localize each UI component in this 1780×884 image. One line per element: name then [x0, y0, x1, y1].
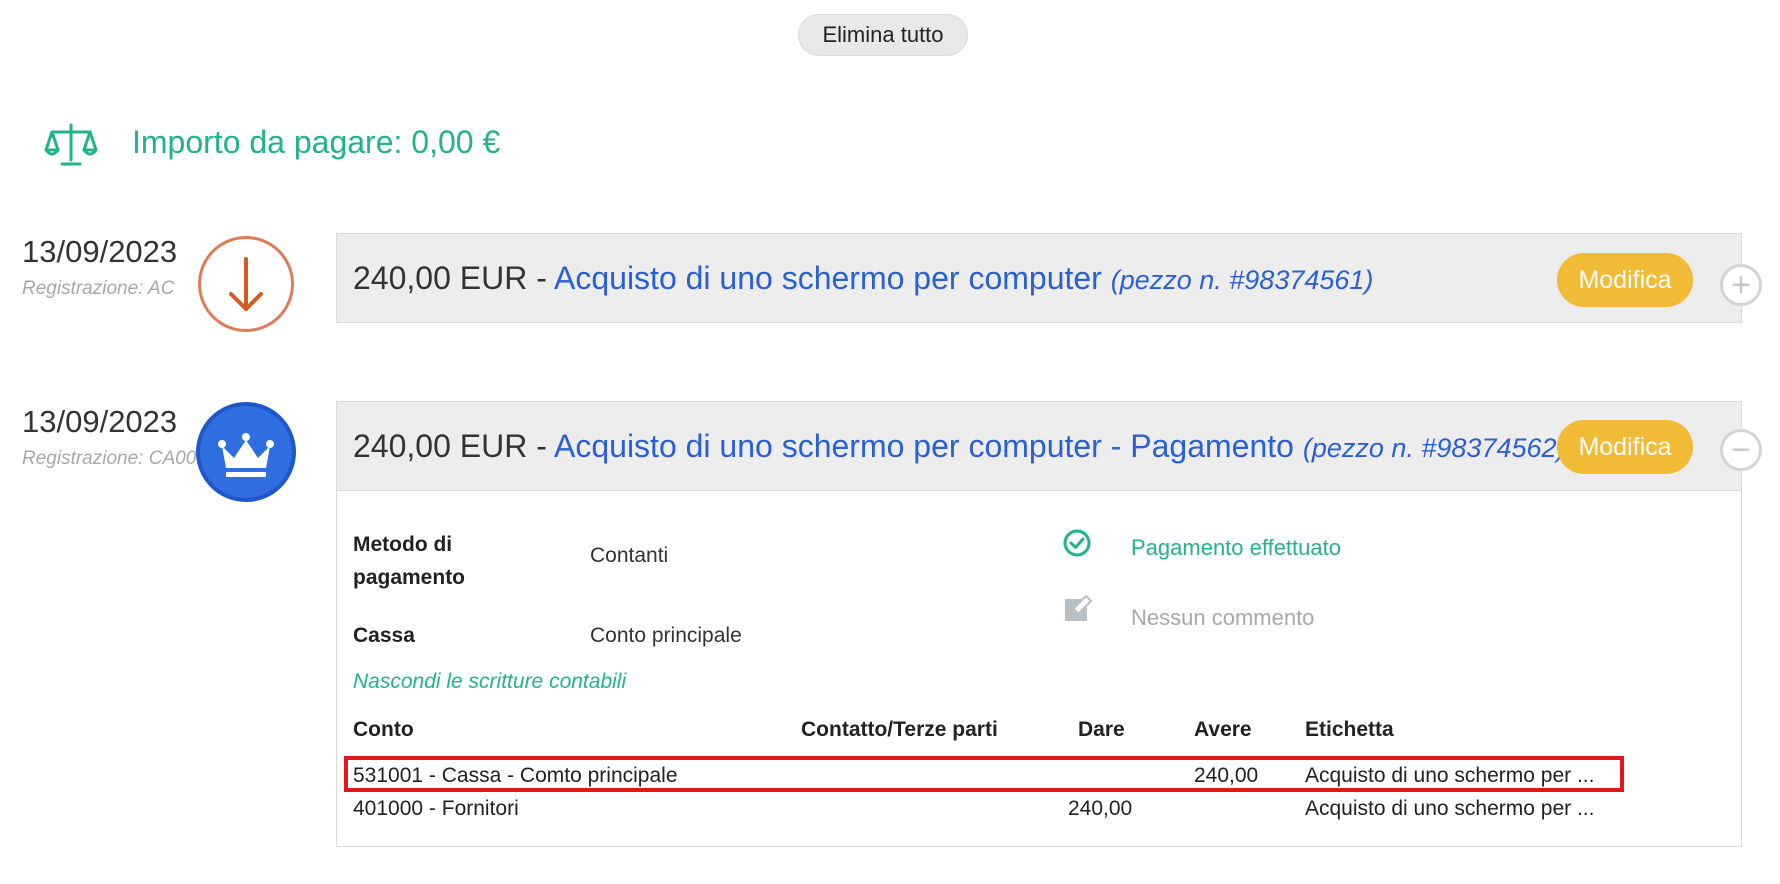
table-cell-credit: 240,00: [1194, 764, 1259, 787]
entry-description[interactable]: Acquisto di uno schermo per computer - P…: [554, 428, 1294, 464]
entry-amount: 240,00 EUR -: [353, 260, 547, 296]
entry-amount: 240,00 EUR -: [353, 428, 547, 464]
table-cell-debit: 240,00: [1068, 797, 1133, 820]
balance-scale-icon: [44, 123, 98, 166]
entry-type-badge: [198, 236, 294, 332]
entry-details: [336, 491, 1742, 847]
entry-registration: Registrazione: AC: [22, 278, 175, 299]
modify-button[interactable]: Modifica: [1557, 420, 1693, 474]
arrow-down-icon: [229, 257, 263, 311]
entry-header[interactable]: 240,00 EUR - Acquisto di uno schermo per…: [336, 401, 1742, 491]
table-header-account: Conto: [353, 718, 414, 741]
entry-type-badge: [196, 402, 296, 502]
modify-button[interactable]: Modifica: [1557, 253, 1693, 307]
table-header-contact: Contatto/Terze parti: [801, 718, 998, 741]
payment-status: Pagamento effettuato: [1131, 535, 1341, 560]
crown-icon: [218, 433, 274, 477]
check-circle-icon: [1063, 529, 1091, 557]
table-cell-label: Acquisto di uno schermo per ...: [1305, 764, 1595, 787]
entry-description[interactable]: Acquisto di uno schermo per computer: [554, 260, 1102, 296]
minus-icon: −: [1731, 431, 1751, 469]
table-cell-account: 401000 - Fornitori: [353, 797, 519, 820]
expand-button[interactable]: +: [1720, 264, 1762, 306]
cash-value: Conto principale: [590, 624, 742, 647]
payment-method-label: Metodo di pagamento: [353, 533, 466, 589]
delete-all-button[interactable]: Elimina tutto: [798, 14, 968, 56]
table-cell-account: 531001 - Cassa - Comto principale: [353, 764, 678, 787]
cash-label: Cassa: [353, 624, 415, 647]
comment-status: Nessun commento: [1131, 605, 1315, 630]
table-header-label: Etichetta: [1305, 718, 1394, 741]
table-header-credit: Avere: [1194, 718, 1252, 741]
entry-reference: (pezzo n. #98374562): [1302, 433, 1566, 463]
plus-icon: +: [1731, 266, 1751, 304]
hide-entries-link[interactable]: Nascondi le scritture contabili: [353, 670, 626, 694]
table-cell-label: Acquisto di uno schermo per ...: [1305, 797, 1595, 820]
entry-reference: (pezzo n. #98374561): [1110, 265, 1374, 295]
collapse-button[interactable]: −: [1720, 429, 1762, 471]
edit-note-icon[interactable]: [1062, 594, 1094, 626]
entry-date: 13/09/2023: [22, 234, 178, 269]
amount-due-label: Importo da pagare: 0,00 €: [132, 124, 501, 160]
entry-title: 240,00 EUR - Acquisto di uno schermo per…: [353, 260, 1373, 297]
entry-registration: Registrazione: CA001: [22, 448, 207, 469]
table-header-debit: Dare: [1078, 718, 1125, 741]
payment-method-value: Contanti: [590, 544, 669, 567]
entry-header[interactable]: 240,00 EUR - Acquisto di uno schermo per…: [336, 233, 1742, 323]
entry-title: 240,00 EUR - Acquisto di uno schermo per…: [353, 428, 1566, 465]
entry-date: 13/09/2023: [22, 404, 178, 439]
